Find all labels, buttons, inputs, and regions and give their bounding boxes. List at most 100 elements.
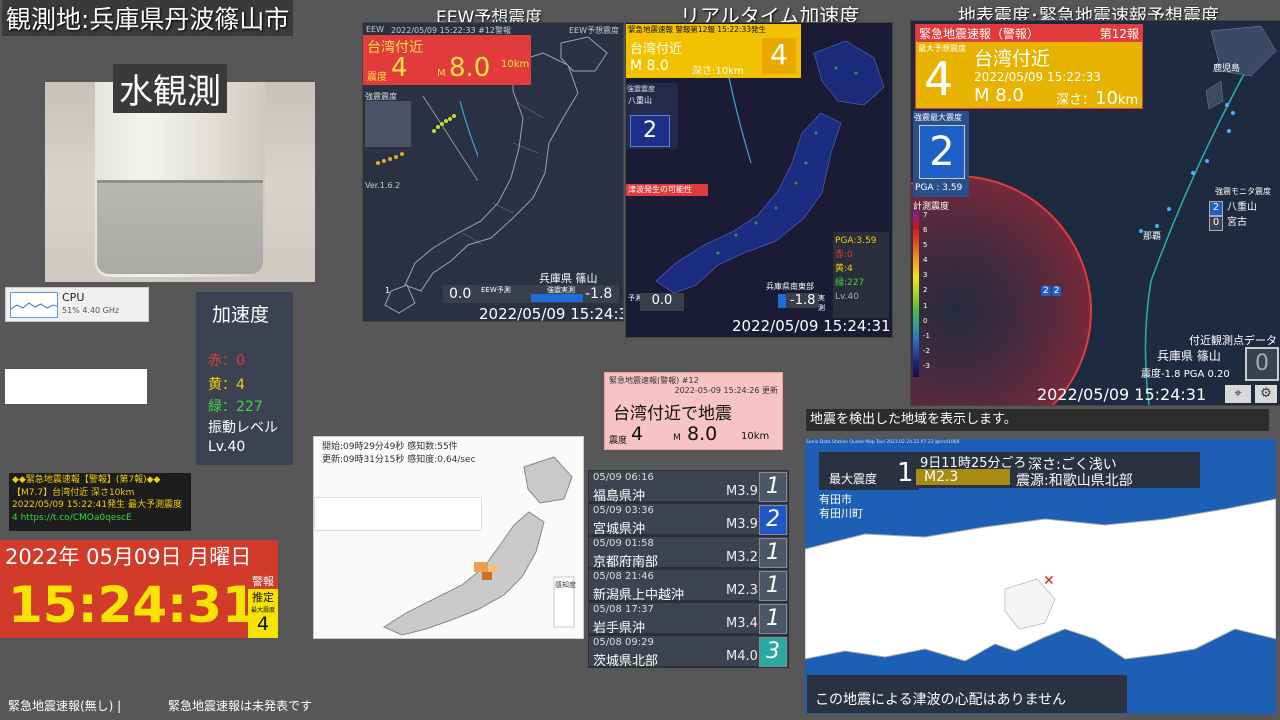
clock-time-box: 15:24:31 — [0, 574, 257, 638]
level-value: Lv.40 — [208, 439, 246, 455]
accel-title: 加速度 — [212, 304, 270, 326]
place-naha: 那覇 — [1143, 232, 1162, 242]
quake-intensity: 1 — [759, 604, 787, 634]
accel-yellow: 黄：4 — [208, 377, 245, 393]
quake-intensity: 1 — [759, 538, 787, 568]
scale-tick-label: 7 — [923, 211, 928, 219]
quake-date: 05/08 21:46 — [593, 571, 654, 582]
scale-tick-label: 3 — [923, 271, 928, 280]
qm-int-box: 最大震度 1 — [819, 452, 919, 490]
feel-map-panel: 開始:09時29分49秒 感知数:55件 更新:09時31分15秒 感知度:0.… — [313, 436, 584, 639]
quake-place: 京都府南部 — [593, 555, 659, 570]
sf-monitor-rows: 2 八重山 0 宮古 — [1209, 198, 1279, 231]
locate-button[interactable]: ⌖ — [1225, 385, 1251, 403]
quake-magnitude: M4.0 — [726, 649, 758, 664]
quake-date: 05/09 06:16 — [593, 472, 654, 483]
footer-status: 緊急地震速報(無し) | — [8, 699, 122, 713]
scale-tick-label: -2 — [923, 346, 930, 355]
scale-tick-label: -1 — [923, 331, 930, 340]
sf-station: 兵庫県 篠山 — [1157, 349, 1221, 363]
quake-list-item[interactable]: 05/09 06:16 福島県沖 M3.9 1 — [588, 470, 789, 504]
quake-list-item[interactable]: 05/09 03:36 宮城県沖 M3.9 2 — [588, 503, 789, 537]
monitor-int: 0 — [1209, 216, 1223, 231]
quake-place: 新潟県上中越沖 — [593, 588, 685, 603]
quake-place: 茨城県北部 — [593, 654, 659, 669]
sf-alert-box: 最大予想震度 4 台湾付近 2022/05/09 15:22:33 M 8.0 … — [915, 41, 1143, 109]
eew-version: Ver.1.6.2 — [365, 181, 401, 190]
rt-timestamp: 2022/05/09 15:24:31 — [732, 317, 891, 335]
eew-timestamp: 2022/05/09 15:24:31 — [479, 305, 624, 322]
quake-list-item[interactable]: 05/08 09:29 茨城県北部 M4.0 3 — [588, 635, 789, 669]
scale-tick-label: 4 — [923, 256, 928, 265]
feel-japan-map — [382, 456, 575, 636]
badge-int: 4 — [256, 613, 270, 635]
accel-red: 赤：0 — [208, 353, 245, 369]
monitor-place: 八重山 — [1227, 202, 1257, 213]
sf-scale: 7 6 5 4 3 2 1 0 -1 -2 -3 — [913, 211, 935, 377]
notice-updated: 2022-05-09 15:24:26 更新 — [674, 386, 778, 395]
clock-date: 2022年 05月09日 月曜日 — [0, 540, 278, 574]
eew-depth: 10km — [501, 59, 530, 70]
cpu-value: 51% 4.40 GHz — [62, 306, 120, 315]
quake-date: 05/08 09:29 — [593, 637, 654, 648]
quake-place: 宮城県沖 — [593, 522, 646, 537]
qm-mag: M2.3 — [916, 469, 1010, 485]
sf-timestamp: 2022/05/09 15:24:31 — [1037, 385, 1207, 404]
scale-tick-label: 5 — [923, 241, 928, 250]
cpu-graph — [10, 292, 58, 318]
monitor-row: 2 八重山 — [1209, 198, 1279, 216]
badge-top: 警報 — [248, 574, 278, 589]
sf-region: 台湾付近 — [974, 48, 1051, 70]
location-title: 観測地:兵庫県丹波篠山市 — [2, 0, 294, 36]
quake-intensity: 3 — [759, 637, 787, 667]
sf-monitor-label: 強震モニタ震度 — [1215, 187, 1271, 196]
scale-tick-label: 2 — [923, 286, 928, 295]
eew-notice-card: 緊急地震速報(警報) #12 2022-05-09 15:24:26 更新 台湾… — [604, 372, 783, 450]
eew-corner: 1 — [385, 286, 391, 295]
quake-intensity: 2 — [759, 505, 787, 535]
cpu-widget: CPU 51% 4.40 GHz — [5, 287, 149, 322]
detect-banner: 地震を検出した地域を表示します。 — [806, 409, 1269, 431]
sf-station-int: 0 — [1245, 347, 1279, 381]
accel-green: 緑：227 — [208, 399, 263, 415]
quake-date: 05/08 17:37 — [593, 604, 654, 615]
quake-list-item[interactable]: 05/08 17:37 岩手県沖 M3.4 1 — [588, 602, 789, 636]
eew-intensity: 4 — [391, 53, 408, 83]
notice-intensity: 4 — [631, 423, 644, 445]
eew-alert-box: 台湾付近 震度 4 M 8.0 10km — [363, 35, 531, 85]
accel-box: 加速度 赤：0 黄：4 緑：227 振動レベル Lv.40 — [196, 292, 293, 465]
rt-strong-box: 強震震度 八重山 2 — [626, 83, 678, 149]
quake-intensity: 1 — [759, 571, 787, 601]
level-label: 振動レベル — [208, 420, 278, 436]
quake-magnitude: M3.9 — [726, 484, 758, 499]
settings-gear-icon[interactable]: ⚙ — [1255, 385, 1277, 403]
surface-map-panel: 緊急地震速報（警報） 第12報 最大予想震度 4 台湾付近 2022/05/09… — [910, 20, 1280, 406]
rt-depth: 深さ:10km — [692, 66, 744, 77]
place-kagoshima: 鹿児島 — [1213, 64, 1241, 74]
ticker-line2: 【M7.7】台湾付近 深さ10km — [12, 487, 135, 498]
clock-badge: 警報 推定 最大震度 4 — [248, 574, 278, 638]
sf-nearby-label: 付近観測点データ — [1189, 334, 1277, 347]
scale-tick-label: 6 — [923, 226, 928, 235]
ticker-line4[interactable]: 4 https://t.co/CMOa0qescE — [12, 512, 188, 525]
quake-date: 05/09 03:36 — [593, 505, 654, 516]
clock-time: 15:24:31 — [8, 576, 257, 634]
quake-magnitude: M3.9 — [726, 517, 758, 532]
badge-mid: 推定 — [252, 591, 274, 604]
scale-tick-label: -3 — [923, 361, 930, 370]
svg-text:✕: ✕ — [1043, 573, 1055, 589]
quake-date: 05/09 01:58 — [593, 538, 654, 549]
eew-mag-label: M — [437, 68, 446, 79]
sf-station-vals: 震度-1.8 PGA 0.20 — [1141, 369, 1230, 380]
realtime-map-panel: 緊急地震速報 警報第12報 15:22:33発生 台湾付近 M 8.0 深さ:1… — [625, 22, 893, 338]
scale-tick-label: 1 — [923, 301, 928, 310]
tweet-ticker: ◆◆緊急地震速報【警報】(第7報)◆◆ 【M7.7】台湾付近 深さ10km 20… — [9, 473, 191, 531]
quake-map-panel: Sonix Data Station Quake Map Tool 2021.0… — [805, 439, 1276, 714]
qm-info-box: 9日11時25分ごろ 深さ:ごく浅い M2.3 震源:和歌山県北部 — [914, 452, 1200, 489]
rt-tsunami: 津波発生の可能性 — [626, 184, 708, 196]
eew-values-bar: 0.0 EEW予測 強震実測 -1.8 — [443, 285, 619, 303]
quake-list-item[interactable]: 05/08 21:46 新潟県上中越沖 M2.3 1 — [588, 569, 789, 603]
quake-list: 05/09 06:16 福島県沖 M3.9 1 05/09 03:36 宮城県沖 M3.9 2… — [588, 470, 789, 669]
quake-list-item[interactable]: 05/09 01:58 京都府南部 M3.2 1 — [588, 536, 789, 570]
quake-intensity: 1 — [759, 472, 787, 502]
